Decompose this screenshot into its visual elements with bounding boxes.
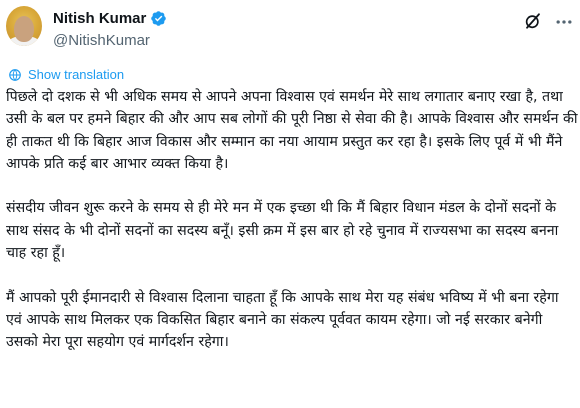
grok-icon[interactable] [524,12,542,30]
post-text: पिछले दो दशक से भी अधिक समय से आपने अपना… [6,86,578,354]
translate-icon [9,68,21,81]
author-name-row: Nitish Kumar [53,10,167,27]
post-paragraph-3: मैं आपको पूरी ईमानदारी से विश्वास दिलाना… [6,289,559,351]
post-paragraph-1: पिछले दो दशक से भी अधिक समय से आपने अपना… [6,89,578,172]
avatar[interactable] [6,6,42,46]
author-handle[interactable]: @NitishKumar [53,32,150,49]
avatar-face [14,16,34,42]
show-translation-label[interactable]: Show translation [28,67,124,82]
author-display-name[interactable]: Nitish Kumar [53,10,146,27]
more-icon[interactable] [554,12,574,32]
verified-badge-icon [151,11,167,26]
post-paragraph-2: संसदीय जीवन शुरू करने के समय से ही मेरे … [6,200,559,262]
tweet-card: Nitish Kumar @NitishKumar Show translati… [0,0,580,408]
show-translation-link[interactable]: Show translation [8,67,124,82]
